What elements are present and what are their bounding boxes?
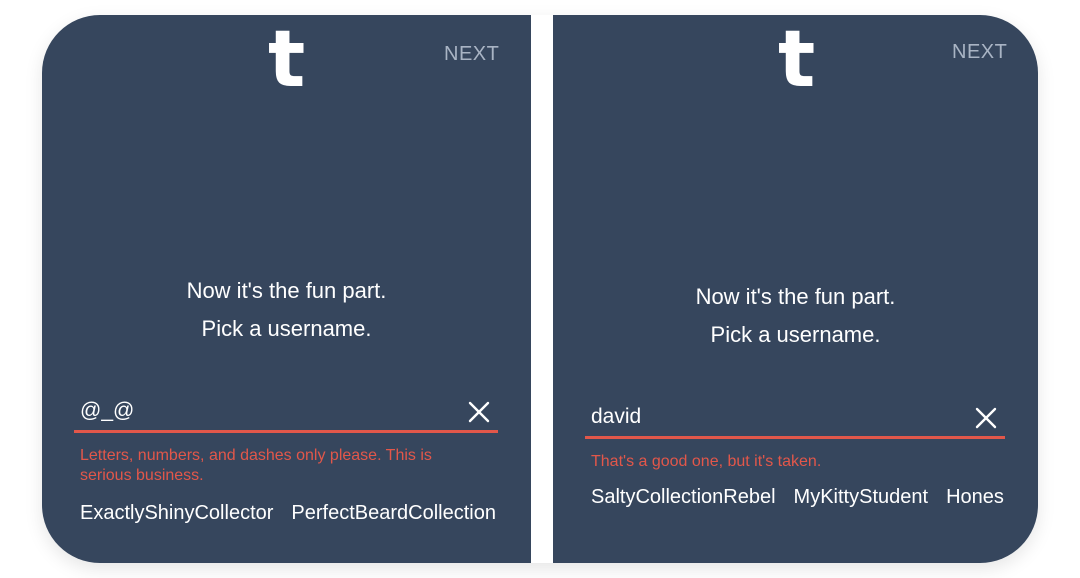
prompt-line-1: Now it's the fun part. xyxy=(186,278,387,303)
prompt-line-1: Now it's the fun part. xyxy=(695,284,896,309)
username-field[interactable]: @_@ xyxy=(74,395,498,433)
username-input[interactable]: david xyxy=(591,405,641,429)
rounded-frame: t NEXT Now it's the fun part. Pick a use… xyxy=(42,15,1038,563)
field-underline xyxy=(585,436,1005,439)
tumblr-logo: t xyxy=(268,15,306,105)
username-suggestions: ExactlyShinyCollector PerfectBeardCollect… xyxy=(80,502,514,525)
close-icon[interactable] xyxy=(466,399,492,425)
suggestion-item[interactable]: Hones xyxy=(946,486,1004,509)
suggestion-item[interactable]: SaltyCollectionRebel xyxy=(591,486,776,509)
field-underline xyxy=(74,430,498,433)
error-message: That's a good one, but it's taken. xyxy=(591,453,822,470)
close-icon[interactable] xyxy=(973,405,999,431)
screen-taken-username: t NEXT Now it's the fun part. Pick a use… xyxy=(553,15,1038,563)
prompt-line-2: Pick a username. xyxy=(710,322,881,347)
prompt-text: Now it's the fun part. Pick a username. xyxy=(42,272,531,348)
suggestion-item[interactable]: PerfectBeardCollection xyxy=(291,502,496,525)
tumblr-logo: t xyxy=(778,15,816,105)
username-input[interactable]: @_@ xyxy=(80,399,134,423)
username-suggestions: SaltyCollectionRebel MyKittyStudent Hones xyxy=(591,486,1022,509)
divider xyxy=(531,15,553,563)
next-button[interactable]: NEXT xyxy=(444,43,499,66)
prompt-text: Now it's the fun part. Pick a username. xyxy=(553,278,1038,354)
next-button[interactable]: NEXT xyxy=(952,41,1007,64)
prompt-line-2: Pick a username. xyxy=(201,316,372,341)
error-message: Letters, numbers, and dashes only please… xyxy=(80,447,432,484)
username-field[interactable]: david xyxy=(585,401,1005,439)
screen-invalid-username: t NEXT Now it's the fun part. Pick a use… xyxy=(42,15,531,563)
suggestion-item[interactable]: MyKittyStudent xyxy=(794,486,929,509)
suggestion-item[interactable]: ExactlyShinyCollector xyxy=(80,502,273,525)
comparison-image: t NEXT Now it's the fun part. Pick a use… xyxy=(0,0,1080,578)
